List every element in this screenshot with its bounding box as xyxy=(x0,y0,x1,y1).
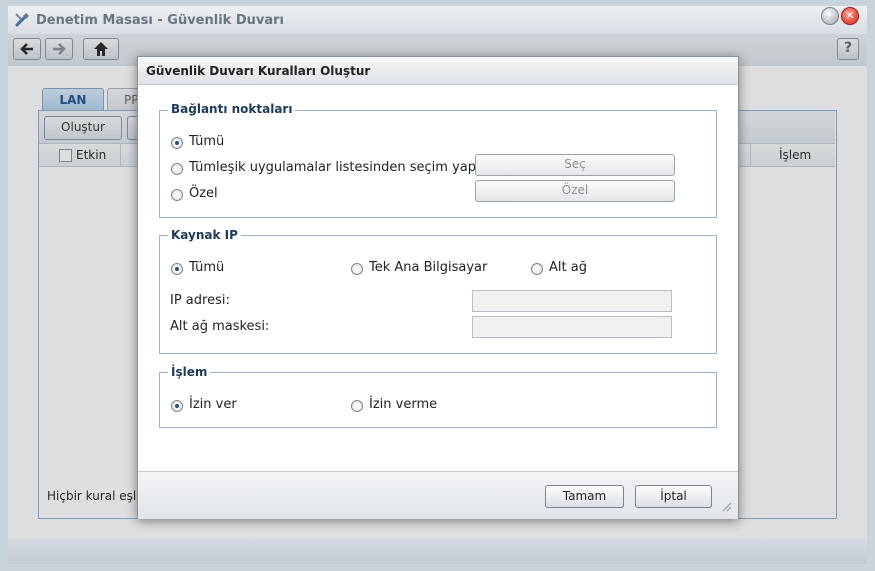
source-subnet-label: Alt ağ xyxy=(549,260,587,275)
ports-custom-label: Özel xyxy=(189,186,218,201)
action-allow-radio[interactable] xyxy=(171,400,183,412)
ports-all-radio[interactable] xyxy=(171,137,183,149)
action-deny-label: İzin verme xyxy=(369,397,438,412)
ip-address-input[interactable] xyxy=(472,290,672,312)
ports-builtin-label: Tümleşik uygulamalar listesinden seçim y… xyxy=(189,160,476,175)
source-subnet-radio[interactable] xyxy=(531,263,543,275)
action-allow-label: İzin ver xyxy=(189,397,237,412)
resize-grip-icon[interactable] xyxy=(722,502,732,512)
close-window-button[interactable]: ✕ xyxy=(841,7,859,25)
ports-builtin-radio[interactable] xyxy=(171,163,183,175)
title-bar: Denetim Masası - Güvenlik Duvarı xyxy=(8,6,867,34)
select-ports-button[interactable]: Seç xyxy=(475,154,675,176)
app-wrench-icon xyxy=(15,13,29,27)
status-bar xyxy=(8,538,867,564)
action-fieldset xyxy=(159,372,717,428)
dialog-footer: Tamam İptal xyxy=(138,471,738,519)
minimize-button[interactable] xyxy=(821,7,839,25)
ports-all-label: Tümü xyxy=(189,134,225,149)
source-ip-legend: Kaynak IP xyxy=(168,228,241,242)
action-deny-radio[interactable] xyxy=(351,400,363,412)
ports-legend: Bağlantı noktaları xyxy=(168,102,296,116)
custom-ports-button[interactable]: Özel xyxy=(475,180,675,202)
dialog-title-bar: Güvenlik Duvarı Kuralları Oluştur xyxy=(138,57,738,85)
subnet-mask-label: Alt ağ maskesi: xyxy=(170,319,270,334)
source-single-host-label: Tek Ana Bilgisayar xyxy=(369,260,488,275)
control-panel-window: Denetim Masası - Güvenlik Duvarı ✕ ? LAN… xyxy=(0,0,875,571)
ports-custom-radio[interactable] xyxy=(171,189,183,201)
source-single-host-radio[interactable] xyxy=(351,263,363,275)
action-legend: İşlem xyxy=(168,365,211,379)
subnet-mask-input[interactable] xyxy=(472,316,672,338)
ip-address-label: IP adresi: xyxy=(170,293,230,308)
create-firewall-rule-dialog: Güvenlik Duvarı Kuralları Oluştur Bağlan… xyxy=(137,56,739,519)
cancel-button[interactable]: İptal xyxy=(635,485,712,508)
dialog-title: Güvenlik Duvarı Kuralları Oluştur xyxy=(146,64,371,78)
ok-button[interactable]: Tamam xyxy=(545,485,624,508)
source-all-label: Tümü xyxy=(189,260,225,275)
window-title: Denetim Masası - Güvenlik Duvarı xyxy=(36,13,284,28)
source-all-radio[interactable] xyxy=(171,263,183,275)
